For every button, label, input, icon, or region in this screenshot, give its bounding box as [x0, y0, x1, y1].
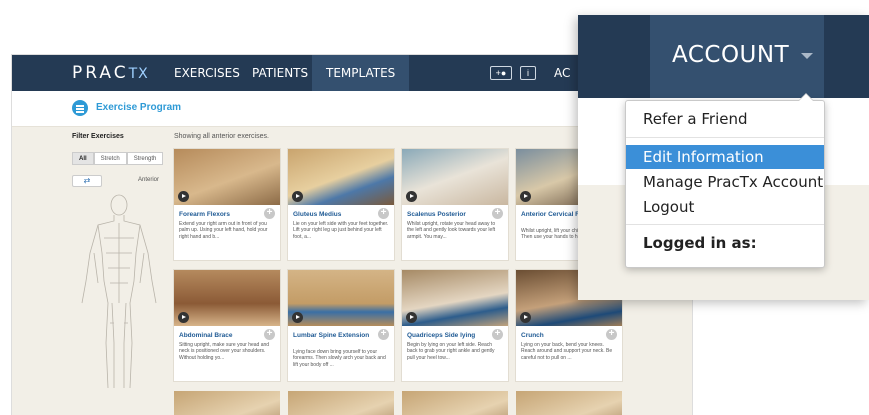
filter-stretch-button[interactable]: Stretch [93, 152, 127, 165]
menu-manage-account[interactable]: Manage PracTx Account [626, 170, 824, 194]
add-exercise-icon[interactable]: + [492, 208, 503, 219]
exercise-desc: Lying on your back, bend your knees. Rea… [521, 342, 613, 361]
play-icon[interactable] [178, 191, 189, 202]
exercise-card[interactable]: + Abdominal Brace Sitting upright, make … [174, 270, 280, 381]
play-icon[interactable] [178, 312, 189, 323]
exercise-thumbnail[interactable] [288, 391, 394, 415]
account-menu-button[interactable]: ACCOUNT [650, 15, 824, 98]
exercise-thumbnail [288, 270, 394, 326]
filter-label: Filter Exercises [72, 133, 124, 140]
exercise-thumbnail [174, 149, 280, 205]
exercise-title: Scalenus Posterior [407, 211, 466, 218]
exercise-thumbnail[interactable] [402, 391, 508, 415]
add-exercise-icon[interactable]: + [492, 329, 503, 340]
exercise-thumbnail[interactable] [516, 391, 622, 415]
add-exercise-icon[interactable]: + [378, 208, 389, 219]
play-icon[interactable] [406, 191, 417, 202]
menu-divider [626, 137, 824, 138]
exercise-title: Lumbar Spine Extension [293, 332, 370, 339]
dropdown-pointer [798, 93, 814, 101]
exercise-title: Gluteus Medius [293, 211, 342, 218]
account-nav-bar: ACCOUNT [578, 15, 869, 98]
add-exercise-icon[interactable]: + [264, 208, 275, 219]
exercise-thumbnail [402, 270, 508, 326]
play-icon[interactable] [292, 312, 303, 323]
exercise-desc: Whilst upright, rotate your head away to… [407, 221, 496, 240]
filter-strength-button[interactable]: Strength [126, 152, 164, 165]
exercise-card[interactable]: + Scalenus Posterior Whilst upright, rot… [402, 149, 508, 260]
exercise-card[interactable]: + Gluteus Medius Lie on your left side w… [288, 149, 394, 260]
exercise-title: Forearm Flexors [179, 211, 230, 218]
play-icon[interactable] [520, 191, 531, 202]
page-title: Exercise Program [96, 102, 182, 113]
exercise-card[interactable]: + Quadriceps Side lying Begin by lying o… [402, 270, 508, 381]
exercise-desc: Lie on your left side with your feet tog… [293, 221, 389, 240]
exercise-thumbnail [288, 149, 394, 205]
filter-buttons: All Stretch Strength [72, 152, 164, 165]
add-exercise-icon[interactable]: + [378, 329, 389, 340]
showing-text: Showing all anterior exercises. [174, 133, 269, 140]
exercise-title: Quadriceps Side lying [407, 332, 476, 339]
exercise-title: Crunch [521, 332, 544, 339]
menu-refer-a-friend[interactable]: Refer a Friend [626, 107, 824, 131]
account-label: ACCOUNT [672, 42, 790, 68]
logged-in-label: Logged in as: [643, 234, 757, 252]
exercise-thumbnail [174, 270, 280, 326]
account-dropdown: Refer a Friend Edit Information Manage P… [625, 93, 825, 268]
play-icon[interactable] [406, 312, 417, 323]
nav-account-stub[interactable]: AC [554, 55, 570, 91]
filter-all-button[interactable]: All [72, 152, 94, 165]
nav-templates[interactable]: TEMPLATES [312, 55, 410, 91]
exercise-desc: Sitting upright, make sure your head and… [179, 342, 270, 361]
add-exercise-icon[interactable]: + [606, 329, 617, 340]
info-icon[interactable]: i [520, 66, 536, 80]
practx-logo[interactable]: PRACTX [72, 63, 149, 83]
nav-patients[interactable]: PATIENTS [238, 55, 322, 91]
view-label: Anterior [138, 177, 160, 183]
swap-arrows-icon[interactable]: ⇄ [72, 175, 102, 187]
exercise-desc: Lying face down bring yourself to your f… [293, 349, 386, 368]
exercise-desc: Extend your right arm out in front of yo… [179, 221, 268, 240]
chevron-down-icon [801, 53, 813, 59]
list-icon [72, 100, 88, 116]
exercise-thumbnail[interactable] [174, 391, 280, 415]
exercise-title: Abdominal Brace [179, 332, 233, 339]
menu-logout[interactable]: Logout [626, 195, 824, 219]
anatomy-figure[interactable] [74, 193, 164, 393]
exercise-thumbnail [402, 149, 508, 205]
exercise-desc: Begin by lying on your left side. Reach … [407, 342, 495, 361]
exercise-card[interactable]: + Forearm Flexors Extend your right arm … [174, 149, 280, 260]
exercise-card[interactable]: + Lumbar Spine Extension Lying face down… [288, 270, 394, 381]
add-user-icon[interactable]: +● [490, 66, 512, 80]
menu-edit-information[interactable]: Edit Information [626, 145, 824, 169]
play-icon[interactable] [520, 312, 531, 323]
play-icon[interactable] [292, 191, 303, 202]
menu-divider [626, 224, 824, 225]
add-exercise-icon[interactable]: + [264, 329, 275, 340]
